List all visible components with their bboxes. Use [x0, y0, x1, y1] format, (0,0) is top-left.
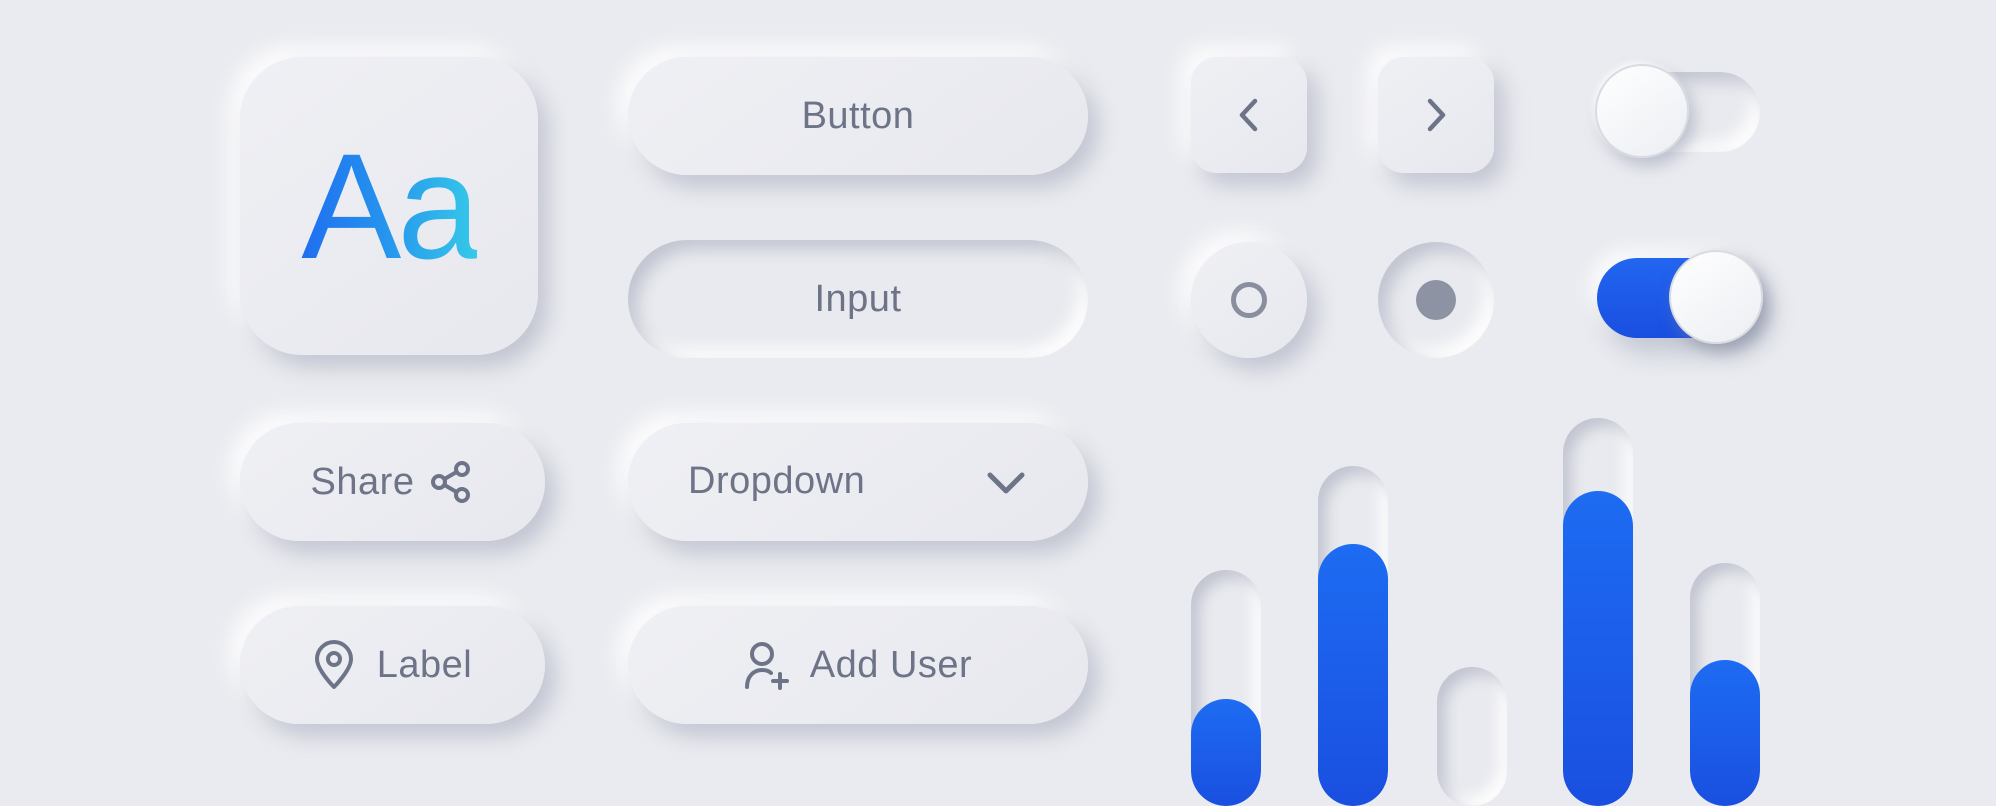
slider-track-3[interactable]	[1437, 667, 1507, 806]
slider-fill-1	[1191, 699, 1261, 806]
slider-track-1[interactable]	[1191, 570, 1261, 806]
slider-fill-2	[1318, 544, 1388, 806]
add-user-button[interactable]: Add User	[628, 606, 1088, 724]
typography-sample: Aa	[301, 122, 480, 290]
add-user-label: Add User	[809, 643, 973, 686]
prev-button[interactable]	[1191, 57, 1307, 173]
slider-fill-5	[1690, 660, 1760, 806]
dropdown-select[interactable]: Dropdown	[628, 423, 1088, 541]
label-pill[interactable]: Label	[240, 606, 545, 724]
radio-selected[interactable]	[1378, 242, 1494, 358]
share-button[interactable]: Share	[240, 423, 545, 541]
chevron-right-icon	[1422, 97, 1450, 133]
chevron-down-icon	[986, 463, 1026, 503]
toggle-off[interactable]	[1595, 64, 1760, 158]
toggle-knob	[1595, 64, 1689, 158]
radio-ring	[1231, 282, 1267, 318]
share-label: Share	[310, 460, 415, 503]
toggle-on[interactable]	[1597, 250, 1763, 344]
input-field[interactable]: Input	[628, 240, 1088, 358]
dropdown-label: Dropdown	[688, 460, 866, 502]
typography-tile: Aa	[240, 57, 538, 355]
input-label: Input	[814, 277, 902, 320]
button-pill[interactable]: Button	[628, 57, 1088, 175]
share-icon	[428, 459, 474, 505]
radio-unselected[interactable]	[1191, 242, 1307, 358]
slider-fill-4	[1563, 491, 1633, 806]
next-button[interactable]	[1378, 57, 1494, 173]
chevron-left-icon	[1235, 97, 1263, 133]
map-pin-icon	[313, 640, 355, 690]
slider-track-5[interactable]	[1690, 563, 1760, 806]
label-text: Label	[376, 643, 473, 686]
user-plus-icon	[744, 640, 790, 690]
toggle-knob	[1669, 250, 1763, 344]
slider-track-4[interactable]	[1563, 418, 1633, 806]
slider-track-2[interactable]	[1318, 466, 1388, 806]
button-label: Button	[801, 94, 915, 137]
radio-dot	[1416, 280, 1456, 320]
